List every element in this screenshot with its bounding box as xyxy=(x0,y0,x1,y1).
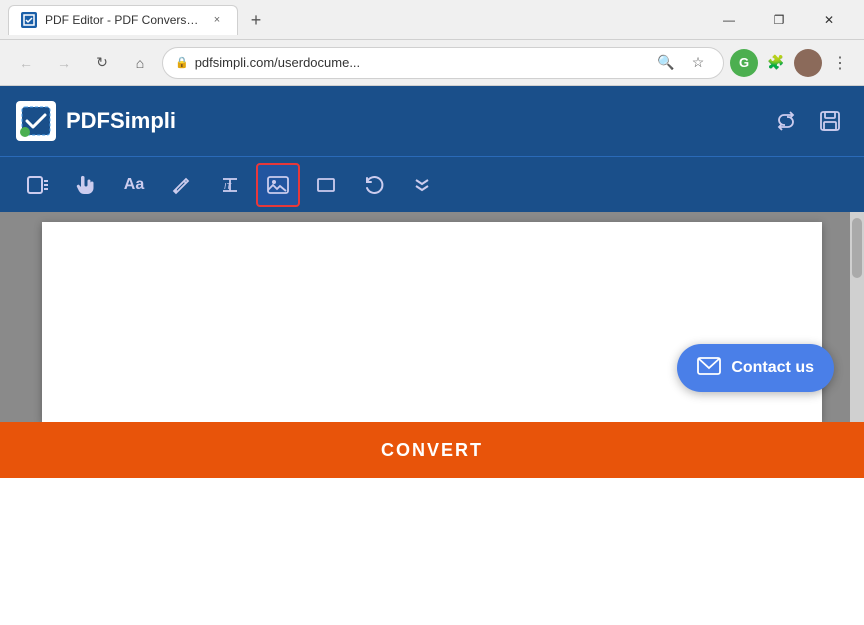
browser-titlebar: PDF Editor - PDF Conversion Mac × + — ❐ … xyxy=(0,0,864,40)
save-button[interactable] xyxy=(812,103,848,139)
edit-tool[interactable] xyxy=(160,163,204,207)
forward-button[interactable]: → xyxy=(48,47,80,79)
search-address-button[interactable]: 🔍 xyxy=(653,50,679,76)
tab-title: PDF Editor - PDF Conversion Mac xyxy=(45,13,201,27)
svg-text:IT: IT xyxy=(224,182,232,191)
browser-menu-button[interactable]: ⋮ xyxy=(826,49,854,77)
restore-button[interactable]: ❐ xyxy=(756,4,802,36)
window-controls: — ❐ ✕ xyxy=(706,4,852,36)
document-page xyxy=(42,222,822,422)
email-icon xyxy=(697,357,721,380)
image-tool[interactable] xyxy=(256,163,300,207)
convert-button[interactable]: CONVERT xyxy=(0,440,864,461)
contact-us-button[interactable]: Contact us xyxy=(677,344,834,392)
back-tool[interactable] xyxy=(16,163,60,207)
extension-icons: G 🧩 ⋮ xyxy=(730,49,854,77)
more-tools-button[interactable] xyxy=(400,163,444,207)
puzzle-extension-button[interactable]: 🧩 xyxy=(762,49,790,77)
home-button[interactable]: ⌂ xyxy=(124,47,156,79)
share-button[interactable] xyxy=(768,103,804,139)
toolbar: Aa IT xyxy=(0,156,864,212)
g-extension-button[interactable]: G xyxy=(730,49,758,77)
undo-tool[interactable] xyxy=(352,163,396,207)
convert-bar: CONVERT xyxy=(0,422,864,478)
header-right-buttons xyxy=(768,103,848,139)
browser-tab[interactable]: PDF Editor - PDF Conversion Mac × xyxy=(8,5,238,35)
tab-favicon xyxy=(21,12,37,28)
vertical-scrollbar[interactable] xyxy=(850,212,864,422)
address-bar[interactable]: 🔒 pdfsimpli.com/userdocume... 🔍 ☆ xyxy=(162,47,724,79)
reload-button[interactable]: ↻ xyxy=(86,47,118,79)
app-header: PDFSimpli xyxy=(0,86,864,156)
new-tab-button[interactable]: + xyxy=(242,7,270,35)
close-button[interactable]: ✕ xyxy=(806,4,852,36)
contact-us-label: Contact us xyxy=(731,359,814,377)
address-text: pdfsimpli.com/userdocume... xyxy=(195,55,647,70)
lock-icon: 🔒 xyxy=(175,56,189,69)
tab-close-button[interactable]: × xyxy=(209,12,225,28)
back-button[interactable]: ← xyxy=(10,47,42,79)
logo-area: PDFSimpli xyxy=(16,101,176,141)
address-bar-row: ← → ↻ ⌂ 🔒 pdfsimpli.com/userdocume... 🔍 … xyxy=(0,40,864,86)
insert-text-tool[interactable]: IT xyxy=(208,163,252,207)
profile-button[interactable] xyxy=(794,49,822,77)
hand-tool[interactable] xyxy=(64,163,108,207)
text-tool[interactable]: Aa xyxy=(112,163,156,207)
bookmark-button[interactable]: ☆ xyxy=(685,50,711,76)
shape-tool[interactable] xyxy=(304,163,348,207)
status-dot xyxy=(20,127,30,137)
logo-icon xyxy=(16,101,56,141)
main-content: CONVERT Contact us xyxy=(0,212,864,478)
scrollbar-thumb[interactable] xyxy=(852,218,862,278)
app-logo-text: PDFSimpli xyxy=(66,108,176,134)
minimize-button[interactable]: — xyxy=(706,4,752,36)
